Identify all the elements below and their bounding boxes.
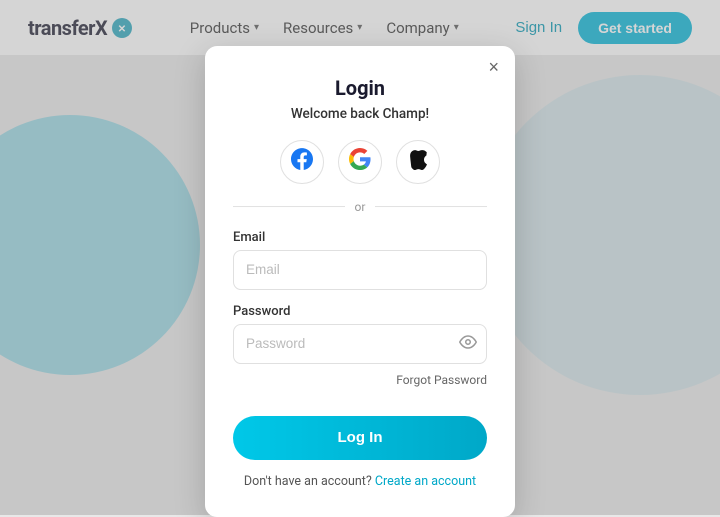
google-login-button[interactable] <box>338 140 382 184</box>
facebook-icon <box>291 148 313 176</box>
no-account-text: Don't have an account? <box>244 474 372 489</box>
password-input[interactable] <box>233 324 487 364</box>
login-button[interactable]: Log In <box>233 416 487 460</box>
password-wrapper <box>233 324 487 364</box>
register-row: Don't have an account? Create an account <box>233 474 487 489</box>
or-line-right <box>375 206 487 207</box>
login-modal: × Login Welcome back Champ! <box>205 46 515 517</box>
facebook-login-button[interactable] <box>280 140 324 184</box>
or-line-left <box>233 206 345 207</box>
or-divider: or <box>233 200 487 214</box>
apple-icon <box>408 148 428 176</box>
modal-title: Login <box>233 76 487 100</box>
or-text: or <box>355 200 366 214</box>
google-icon <box>349 148 371 175</box>
password-toggle-icon[interactable] <box>459 333 477 355</box>
email-input[interactable] <box>233 250 487 290</box>
email-label: Email <box>233 230 487 245</box>
forgot-password-container: Forgot Password <box>233 369 487 388</box>
password-form-group: Password Forgot Password <box>233 304 487 388</box>
modal-close-button[interactable]: × <box>488 58 499 76</box>
social-buttons <box>233 140 487 184</box>
password-label: Password <box>233 304 487 319</box>
modal-subtitle: Welcome back Champ! <box>233 106 487 122</box>
apple-login-button[interactable] <box>396 140 440 184</box>
email-form-group: Email <box>233 230 487 290</box>
forgot-password-link[interactable]: Forgot Password <box>396 373 487 387</box>
create-account-link[interactable]: Create an account <box>375 474 476 489</box>
